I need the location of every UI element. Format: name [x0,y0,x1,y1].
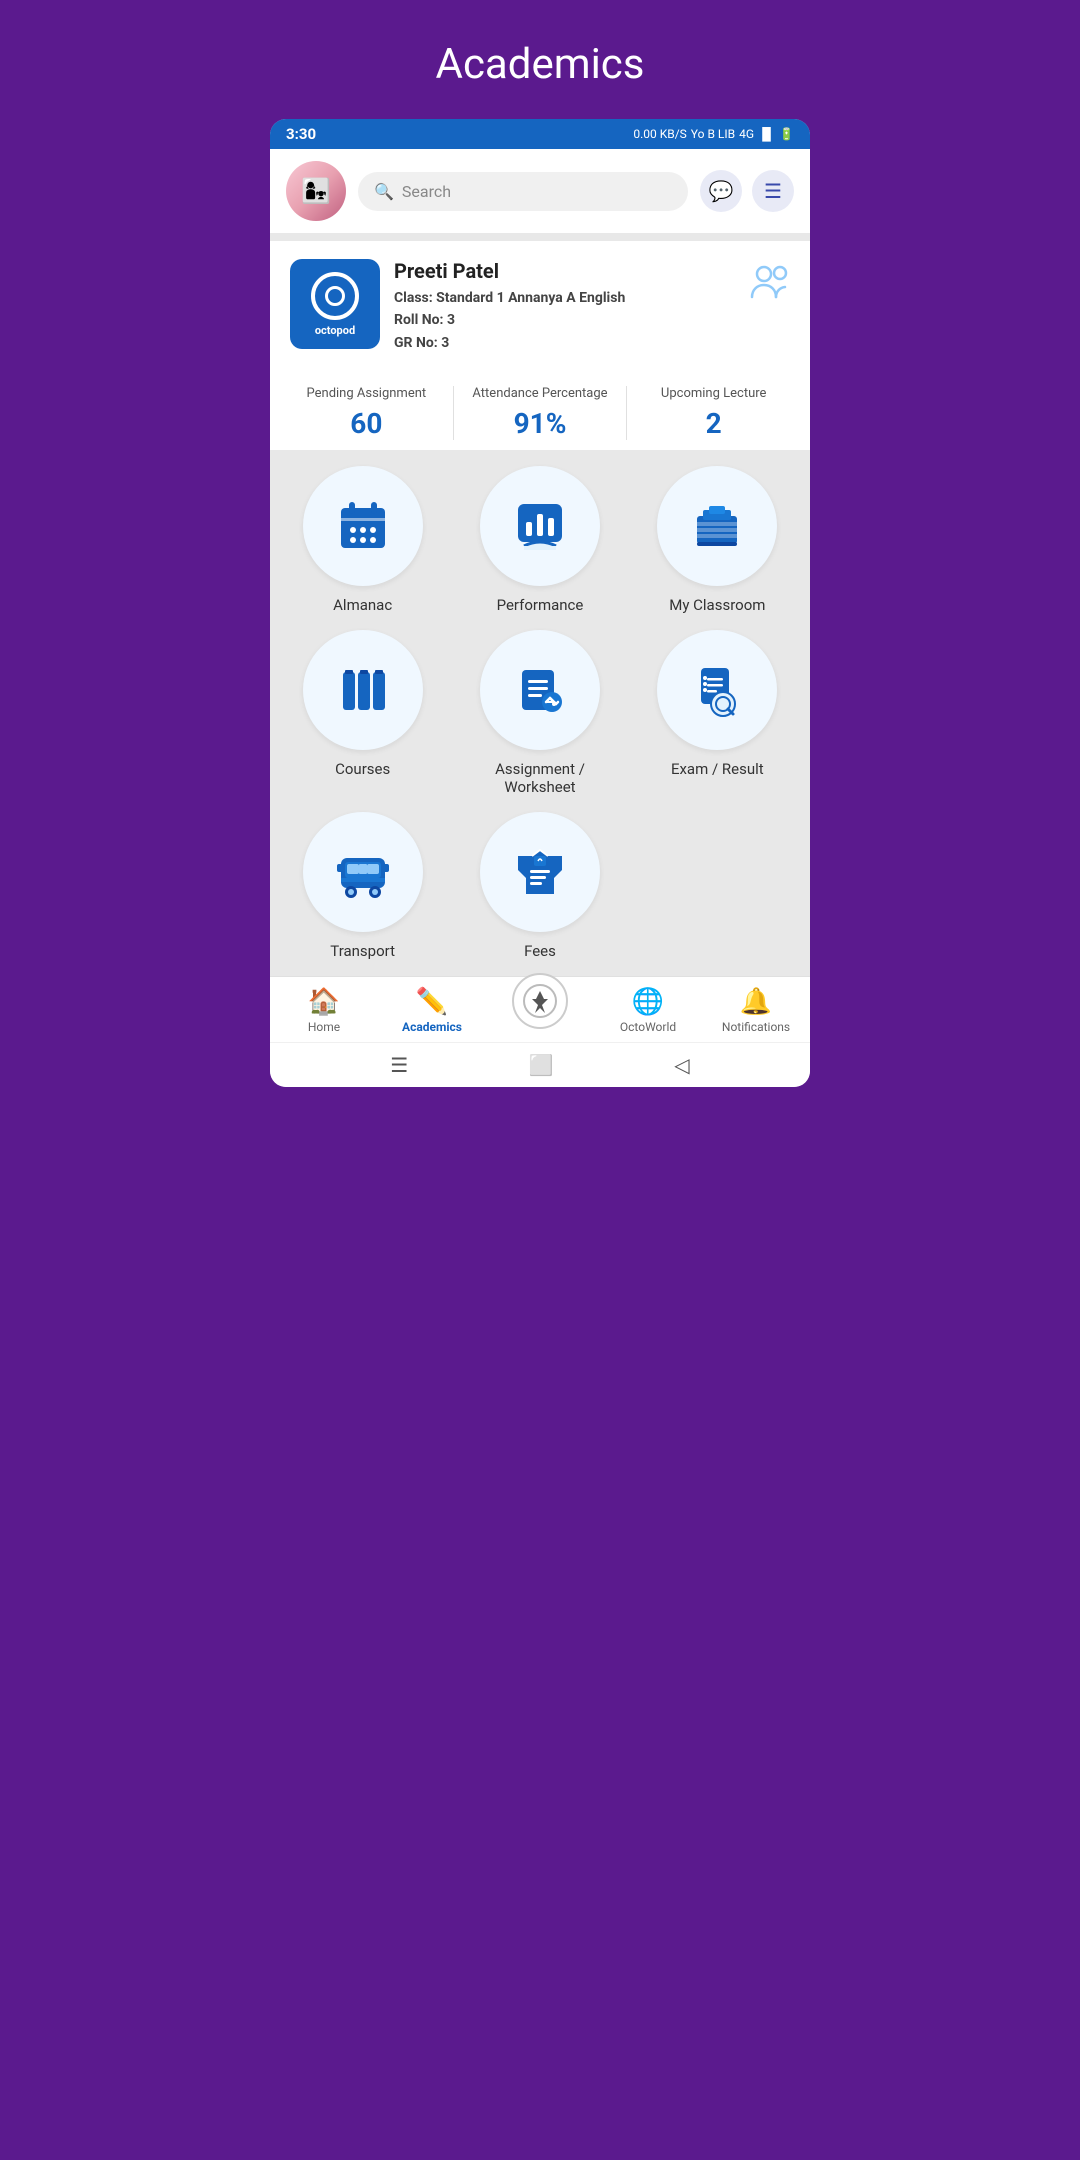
status-time: 3:30 [286,125,316,143]
profile-card: octopod Preeti Patel Class: Standard 1 A… [270,241,810,368]
menu-grid: Almanac Performance [282,466,798,960]
performance-label: Performance [497,596,584,614]
search-bar[interactable]: 🔍 Search [358,172,688,211]
student-roll: Roll No: 3 [394,309,750,331]
grid-item-assignment-worksheet[interactable]: Assignment / Worksheet [459,630,620,796]
fees-label: Fees [524,942,556,960]
grid-item-my-classroom[interactable]: My Classroom [637,466,798,614]
performance-icon-circle [480,466,600,586]
almanac-label: Almanac [333,596,392,614]
logo-inner-circle [325,286,345,306]
header-icons: 💬 ☰ [700,170,794,212]
octopod-logo: octopod [290,259,380,349]
notifications-icon: 🔔 [740,987,772,1017]
search-text: Search [402,182,451,201]
stat-value-pending: 60 [280,407,453,440]
stat-attendance: Attendance Percentage 91% [454,386,627,440]
menu-sys-btn[interactable]: ☰ [390,1053,408,1077]
academics-icon: ✏️ [416,987,448,1017]
notifications-label: Notifications [722,1020,790,1034]
page-title: Academics [0,0,1080,119]
stats-row: Pending Assignment 60 Attendance Percent… [270,368,810,450]
nav-item-octoworld[interactable]: 🌐 OctoWorld [594,987,702,1034]
stat-value-attendance: 91% [454,407,627,440]
stat-value-lecture: 2 [627,407,800,440]
home-icon: 🏠 [308,987,340,1017]
avatar-image: 👩‍👧 [286,161,346,221]
network-speed: 0.00 KB/S [633,127,686,141]
grid-item-performance[interactable]: Performance [459,466,620,614]
network-type: 4G [739,127,754,141]
people-icon [750,259,790,307]
grid-item-almanac[interactable]: Almanac [282,466,443,614]
profile-info: Preeti Patel Class: Standard 1 Annanya A… [380,259,750,354]
exam-icon-circle [657,630,777,750]
chat-button[interactable]: 💬 [700,170,742,212]
roll-value: 3 [447,312,455,328]
almanac-icon-circle [303,466,423,586]
student-gr: GR No: 3 [394,332,750,354]
status-right: 0.00 KB/S Yo B LIB 4G ▐▌ 🔋 [633,127,794,141]
courses-icon-circle [303,630,423,750]
app-header: 👩‍👧 🔍 Search 💬 ☰ [270,149,810,233]
back-sys-btn[interactable]: ◁ [674,1053,689,1077]
stat-pending-assignment: Pending Assignment 60 [280,386,453,440]
grid-item-transport[interactable]: Transport [282,812,443,960]
logo-text: octopod [315,324,355,337]
fees-icon-circle [480,812,600,932]
transport-label: Transport [330,942,395,960]
center-badge [512,973,568,1029]
stat-label-attendance: Attendance Percentage [454,386,627,401]
grid-section: Almanac Performance [270,450,810,976]
system-nav: ☰ ⬜ ◁ [270,1042,810,1087]
avatar[interactable]: 👩‍👧 [286,161,346,221]
battery-icon: 🔋 [779,127,794,141]
grid-item-fees[interactable]: Fees [459,812,620,960]
stat-label-lecture: Upcoming Lecture [627,386,800,401]
stat-upcoming-lecture: Upcoming Lecture 2 [627,386,800,440]
nav-item-notifications[interactable]: 🔔 Notifications [702,987,810,1034]
my-classroom-label: My Classroom [669,596,765,614]
exam-label: Exam / Result [671,760,764,778]
bottom-nav: 🏠 Home ✏️ Academics 🌐 OctoWorld 🔔 Notifi… [270,976,810,1042]
menu-button[interactable]: ☰ [752,170,794,212]
student-class: Class: Standard 1 Annanya A English [394,287,750,309]
stat-label-pending: Pending Assignment [280,386,453,401]
transport-icon-circle [303,812,423,932]
grid-item-courses[interactable]: Courses [282,630,443,796]
octoworld-icon: 🌐 [632,987,664,1017]
assignment-icon-circle [480,630,600,750]
sim-info: Yo B LIB [691,127,735,141]
octoworld-label: OctoWorld [620,1020,676,1034]
nav-item-home[interactable]: 🏠 Home [270,987,378,1034]
academics-label: Academics [402,1020,462,1034]
gr-value: 3 [441,335,449,351]
home-sys-btn[interactable]: ⬜ [529,1053,554,1077]
signal-icon: ▐▌ [758,127,775,141]
phone-frame: 3:30 0.00 KB/S Yo B LIB 4G ▐▌ 🔋 👩‍👧 🔍 Se… [270,119,810,1087]
courses-label: Courses [335,760,390,778]
nav-item-academics[interactable]: ✏️ Academics [378,987,486,1034]
grid-item-exam-result[interactable]: Exam / Result [637,630,798,796]
search-icon: 🔍 [374,182,394,201]
class-value: Standard 1 Annanya A English [436,290,625,306]
student-name: Preeti Patel [394,259,750,283]
nav-item-octoworld-center[interactable] [486,993,594,1029]
my-classroom-icon-circle [657,466,777,586]
home-label: Home [308,1020,340,1034]
logo-circle [311,272,359,320]
status-bar: 3:30 0.00 KB/S Yo B LIB 4G ▐▌ 🔋 [270,119,810,149]
assignment-label: Assignment / Worksheet [459,760,620,796]
